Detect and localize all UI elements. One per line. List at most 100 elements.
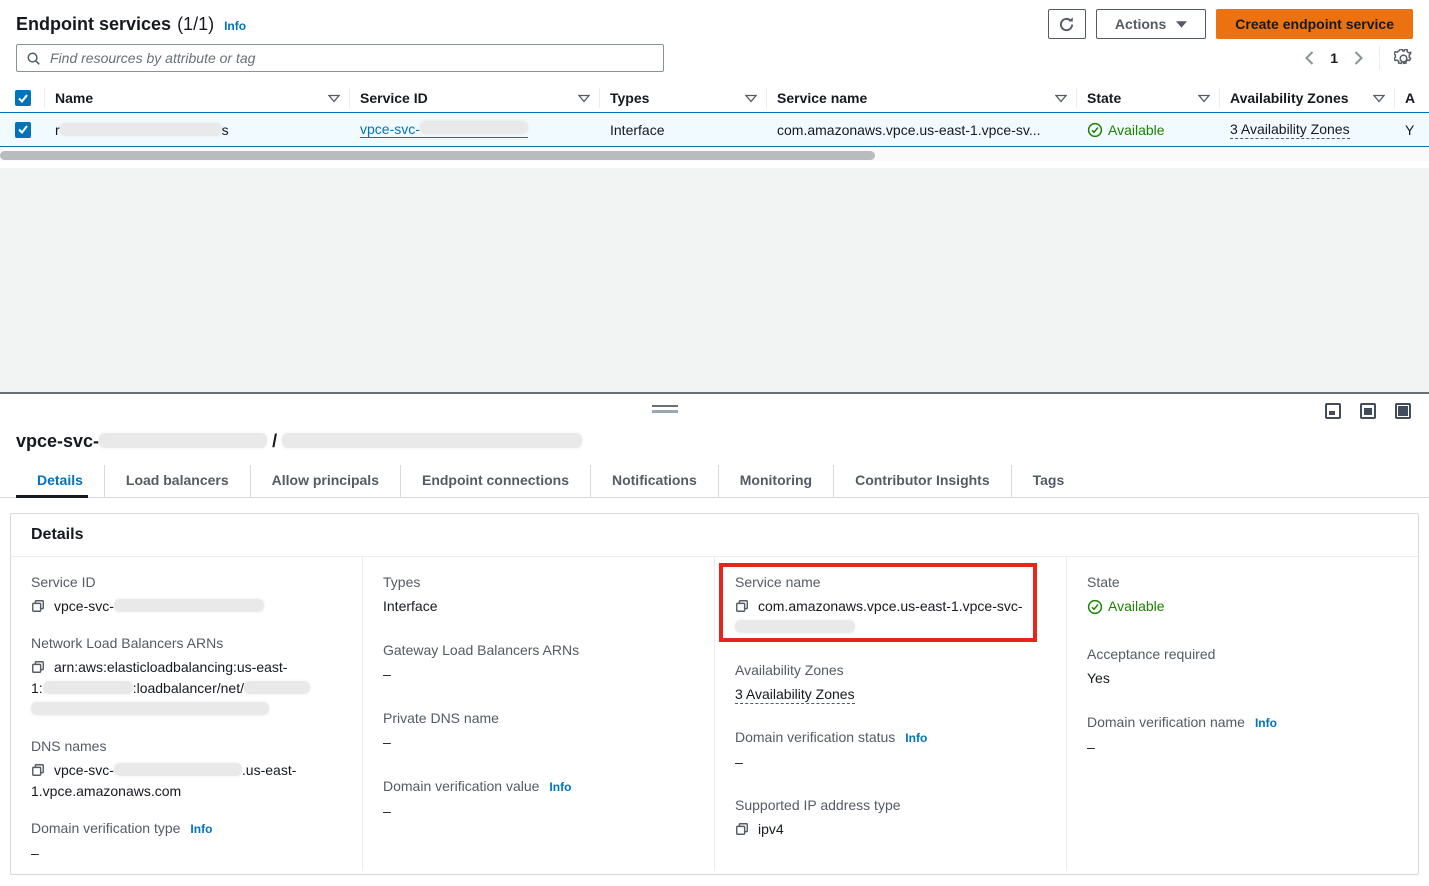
refresh-button[interactable] [1048, 9, 1086, 39]
field-supported-ip-address-type: Supported IP address type ipv4 [735, 795, 1046, 840]
horizontal-scrollbar-thumb[interactable] [0, 151, 875, 160]
row-acceptance-cell-clipped: Y [1395, 113, 1429, 146]
field-acceptance-required: Acceptance required Yes [1087, 644, 1398, 689]
tab-contributor-insights[interactable]: Contributor Insights [833, 465, 1011, 497]
column-header-acceptance-clipped[interactable]: A [1395, 84, 1429, 112]
filter-triangle-icon[interactable] [578, 94, 590, 103]
panel-size-small-icon[interactable] [1325, 403, 1341, 419]
create-endpoint-service-button[interactable]: Create endpoint service [1216, 9, 1413, 39]
select-all-checkbox[interactable] [0, 84, 45, 112]
details-column-2: Types Interface Gateway Load Balancers A… [362, 557, 714, 871]
tab-notifications[interactable]: Notifications [590, 465, 718, 497]
column-header-service-id[interactable]: Service ID [350, 84, 600, 112]
table-row[interactable]: rs vpce-svc- Interface com.amazonaws.vpc… [0, 112, 1429, 147]
copy-icon[interactable] [735, 599, 749, 613]
field-domain-verification-value: Domain verification valueInfo – [383, 776, 694, 822]
field-service-name: Service name com.amazonaws.vpce.us-east-… [735, 572, 1046, 638]
background-spacer [0, 168, 1429, 392]
copy-icon[interactable] [31, 763, 45, 777]
row-types-cell: Interface [600, 113, 767, 146]
field-domain-verification-name: Domain verification nameInfo – [1087, 712, 1398, 758]
tab-load-balancers[interactable]: Load balancers [104, 465, 250, 497]
column-header-types[interactable]: Types [600, 84, 767, 112]
redacted-text [282, 433, 582, 448]
redacted-text [244, 681, 310, 694]
actions-button[interactable]: Actions [1096, 9, 1206, 39]
availability-zones-popover-link[interactable]: 3 Availability Zones [1230, 121, 1350, 139]
redacted-text [60, 123, 222, 136]
details-heading: Details [31, 526, 1398, 544]
checkbox-checked-icon[interactable] [15, 90, 31, 106]
horizontal-scrollbar-track[interactable] [0, 151, 1429, 161]
details-columns: Service ID vpce-svc- Network Load Balanc… [11, 557, 1418, 871]
field-network-load-balancers-arns: Network Load Balancers ARNs arn:aws:elas… [31, 633, 342, 720]
filter-triangle-icon[interactable] [1198, 94, 1210, 103]
tab-monitoring[interactable]: Monitoring [718, 465, 833, 497]
domain-verification-status-info-link[interactable]: Info [905, 731, 927, 745]
copy-icon[interactable] [31, 660, 45, 674]
copy-icon[interactable] [31, 599, 45, 613]
title-group: Endpoint services (1/1) Info [16, 14, 246, 35]
column-header-name[interactable]: Name [45, 84, 350, 112]
panel-size-large-icon[interactable] [1395, 403, 1411, 419]
column-header-state[interactable]: State [1077, 84, 1220, 112]
redacted-text [420, 121, 528, 134]
field-domain-verification-status: Domain verification statusInfo – [735, 727, 1046, 773]
copy-icon[interactable] [735, 822, 749, 836]
redacted-text [31, 702, 269, 715]
row-checkbox-checked[interactable] [15, 122, 31, 138]
domain-verification-value-info-link[interactable]: Info [549, 780, 571, 794]
tab-tags[interactable]: Tags [1011, 465, 1086, 497]
row-name-cell: rs [45, 113, 350, 146]
filter-triangle-icon[interactable] [745, 94, 757, 103]
service-id-link[interactable]: vpce-svc- [360, 121, 528, 138]
table-preferences-gear-icon[interactable] [1394, 49, 1413, 68]
split-panel-drag-handle[interactable] [652, 405, 678, 413]
field-private-dns-name: Private DNS name – [383, 708, 694, 753]
redacted-text [43, 681, 133, 694]
previous-page-button[interactable] [1303, 49, 1316, 67]
tab-endpoint-connections[interactable]: Endpoint connections [400, 465, 590, 497]
field-dns-names: DNS names vpce-svc-.us-east- 1.vpce.amaz… [31, 736, 342, 802]
field-domain-verification-type: Domain verification typeInfo – [31, 818, 342, 864]
row-state-cell: Available [1077, 113, 1220, 146]
row-checkbox-cell [0, 113, 45, 146]
state-value: Available [1108, 596, 1165, 617]
tab-allow-principals[interactable]: Allow principals [250, 465, 400, 497]
tab-details[interactable]: Details [16, 465, 104, 497]
availability-zones-popover-link[interactable]: 3 Availability Zones [735, 686, 855, 704]
endpoint-services-table: Name Service ID Types Service name State… [0, 84, 1429, 161]
search-box [16, 44, 664, 72]
panel-size-medium-icon[interactable] [1360, 403, 1376, 419]
filter-triangle-icon[interactable] [1055, 94, 1067, 103]
column-header-availability-zones[interactable]: Availability Zones [1220, 84, 1395, 112]
split-panel-size-controls [1325, 403, 1411, 419]
refresh-icon [1058, 16, 1075, 33]
caret-down-icon [1176, 21, 1187, 28]
filter-triangle-icon[interactable] [328, 94, 340, 103]
field-types: Types Interface [383, 572, 694, 617]
row-service-name-cell: com.amazonaws.vpce.us-east-1.vpce-sv... [767, 113, 1077, 146]
filter-triangle-icon[interactable] [1373, 94, 1385, 103]
search-input[interactable] [48, 49, 654, 67]
create-endpoint-service-label: Create endpoint service [1235, 16, 1394, 32]
details-column-3: Service name com.amazonaws.vpce.us-east-… [714, 557, 1066, 871]
column-header-service-name[interactable]: Service name [767, 84, 1077, 112]
status-available-icon [1087, 122, 1103, 138]
field-service-id: Service ID vpce-svc- [31, 572, 342, 617]
redacted-text [114, 763, 242, 776]
domain-verification-name-info-link[interactable]: Info [1255, 716, 1277, 730]
header-actions: Actions Create endpoint service [1048, 9, 1413, 39]
domain-verification-type-info-link[interactable]: Info [190, 822, 212, 836]
table-header-row: Name Service ID Types Service name State… [0, 84, 1429, 112]
actions-button-label: Actions [1115, 16, 1166, 32]
details-card: Details Service ID vpce-svc- Network Loa… [10, 513, 1419, 875]
field-gateway-load-balancers-arns: Gateway Load Balancers ARNs – [383, 640, 694, 685]
next-page-button[interactable] [1352, 49, 1365, 67]
detail-split-panel: vpce-svc- / Details Load balancers Allow… [0, 392, 1429, 884]
row-service-id-cell: vpce-svc- [350, 113, 600, 146]
title-info-link[interactable]: Info [224, 19, 246, 33]
pagination: 1 [1303, 46, 1413, 70]
table-toolbar: 1 [0, 44, 1429, 84]
current-page-number[interactable]: 1 [1330, 50, 1338, 66]
